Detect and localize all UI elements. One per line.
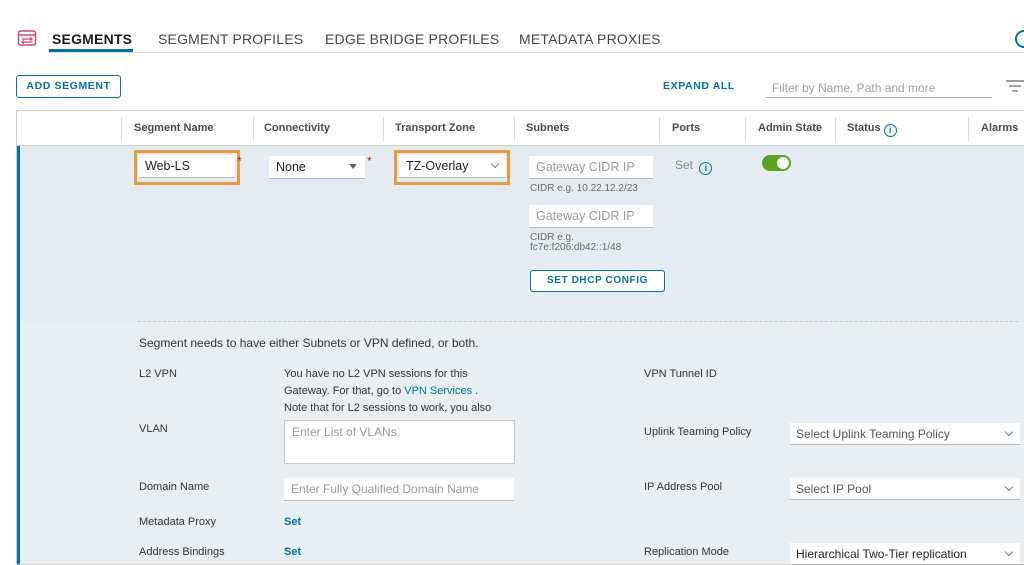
filter-input[interactable] xyxy=(766,78,992,98)
column-segment-name[interactable]: Segment Name xyxy=(134,122,213,134)
expanded-segment-row: Web-LS * None * TZ-Overlay Gateway CIDR … xyxy=(17,146,1024,565)
vlan-label: VLAN xyxy=(139,423,168,435)
column-transport-zone[interactable]: Transport Zone xyxy=(395,122,475,134)
domain-name-input[interactable]: Enter Fully Qualified Domain Name xyxy=(284,478,514,501)
help-icon[interactable] xyxy=(1015,30,1024,48)
column-separator xyxy=(835,117,836,141)
replication-mode-label: Replication Mode xyxy=(644,546,729,558)
status-info-icon[interactable]: i xyxy=(883,124,897,137)
connectivity-value: None xyxy=(276,160,306,174)
ip-address-pool-label: IP Address Pool xyxy=(644,481,723,493)
segment-requirement-note: Segment needs to have either Subnets or … xyxy=(139,336,479,350)
required-mark: * xyxy=(237,154,242,168)
chevron-down-icon xyxy=(490,159,500,169)
uplink-teaming-policy-select[interactable]: Select Uplink Teaming Policy xyxy=(790,423,1020,445)
add-segment-button[interactable]: ADD SEGMENT xyxy=(16,75,121,98)
column-ports[interactable]: Ports xyxy=(672,122,700,134)
column-separator xyxy=(745,117,746,141)
chevron-down-icon xyxy=(1004,427,1014,437)
segments-icon xyxy=(17,30,37,46)
table-header: Segment Name Connectivity Transport Zone… xyxy=(17,111,1024,146)
l2vpn-note: Note that for L2 sessions to work, you a… xyxy=(284,402,492,414)
metadata-proxy-label: Metadata Proxy xyxy=(139,516,217,528)
segment-name-input[interactable]: Web-LS xyxy=(138,155,235,178)
replication-mode-select[interactable]: Hierarchical Two-Tier replication xyxy=(790,543,1020,565)
vlan-input[interactable]: Enter List of VLANs xyxy=(284,420,515,464)
connectivity-select[interactable]: None xyxy=(269,156,365,179)
column-separator xyxy=(659,117,660,141)
tab-divider xyxy=(49,52,1024,53)
column-admin-state[interactable]: Admin State xyxy=(758,122,822,134)
cidr-hint-ipv6-line2: fc7e:f206:db42::1/48 xyxy=(530,242,622,253)
ports-set-label: Set xyxy=(675,158,694,172)
column-separator xyxy=(514,117,515,141)
tab-segments[interactable]: SEGMENTS xyxy=(52,31,132,47)
l2vpn-message: You have no L2 VPN sessions for this Gat… xyxy=(284,366,514,417)
column-status-label: Status xyxy=(847,122,881,134)
column-subnets[interactable]: Subnets xyxy=(526,122,569,134)
ip-pool-select[interactable]: Select IP Pool xyxy=(790,478,1020,500)
column-alarms[interactable]: Alarms xyxy=(981,122,1018,134)
ports-info-icon[interactable]: i xyxy=(699,162,713,175)
column-separator xyxy=(121,117,122,141)
uplink-teaming-policy-value: Select Uplink Teaming Policy xyxy=(796,427,950,441)
column-separator xyxy=(383,117,384,141)
chevron-down-icon xyxy=(1004,482,1014,492)
l2vpn-text-end: . xyxy=(472,385,479,397)
uplink-teaming-policy-label: Uplink Teaming Policy xyxy=(644,426,752,438)
tab-segment-profiles[interactable]: SEGMENT PROFILES xyxy=(158,31,303,47)
caret-down-icon xyxy=(349,164,357,169)
chevron-down-icon xyxy=(1004,547,1014,557)
expand-all-button[interactable]: EXPAND ALL xyxy=(663,80,735,92)
address-bindings-label: Address Bindings xyxy=(139,546,225,558)
gateway-cidr-ipv4-input[interactable]: Gateway CIDR IP xyxy=(529,156,653,179)
column-connectivity[interactable]: Connectivity xyxy=(264,122,330,134)
column-separator xyxy=(253,117,254,141)
address-bindings-set-link[interactable]: Set xyxy=(284,546,301,558)
cidr-hint-ipv4: CIDR e.g. 10.22.12.2/23 xyxy=(530,183,638,194)
admin-state-toggle[interactable] xyxy=(762,155,791,171)
tab-bar: SEGMENTS SEGMENT PROFILES EDGE BRIDGE PR… xyxy=(0,0,1024,53)
transport-zone-value: TZ-Overlay xyxy=(406,159,469,173)
l2vpn-label: L2 VPN xyxy=(139,368,177,380)
vpn-services-link[interactable]: VPN Services xyxy=(404,385,472,397)
ports-set[interactable]: Set i xyxy=(675,158,713,175)
segment-row-main: Web-LS * None * TZ-Overlay Gateway CIDR … xyxy=(20,146,1024,322)
filter-icon[interactable] xyxy=(1006,80,1024,92)
replication-mode-value: Hierarchical Two-Tier replication xyxy=(796,547,967,561)
section-divider xyxy=(138,321,1018,322)
set-dhcp-config-button[interactable]: SET DHCP CONFIG xyxy=(530,270,665,292)
vpn-tunnel-id-label: VPN Tunnel ID xyxy=(644,368,717,380)
gateway-cidr-ipv6-input[interactable]: Gateway CIDR IP xyxy=(529,205,653,228)
metadata-proxy-set-link[interactable]: Set xyxy=(284,516,301,528)
ip-pool-value: Select IP Pool xyxy=(796,482,872,496)
domain-name-label: Domain Name xyxy=(139,481,210,493)
tab-metadata-proxies[interactable]: METADATA PROXIES xyxy=(519,31,661,47)
transport-zone-select[interactable]: TZ-Overlay xyxy=(399,155,506,178)
segments-table: Segment Name Connectivity Transport Zone… xyxy=(16,110,1024,565)
column-separator xyxy=(968,117,969,141)
tab-edge-bridge-profiles[interactable]: EDGE BRIDGE PROFILES xyxy=(325,31,499,47)
required-mark: * xyxy=(367,154,372,168)
column-status[interactable]: Status i xyxy=(847,122,897,137)
toggle-knob xyxy=(777,157,789,169)
